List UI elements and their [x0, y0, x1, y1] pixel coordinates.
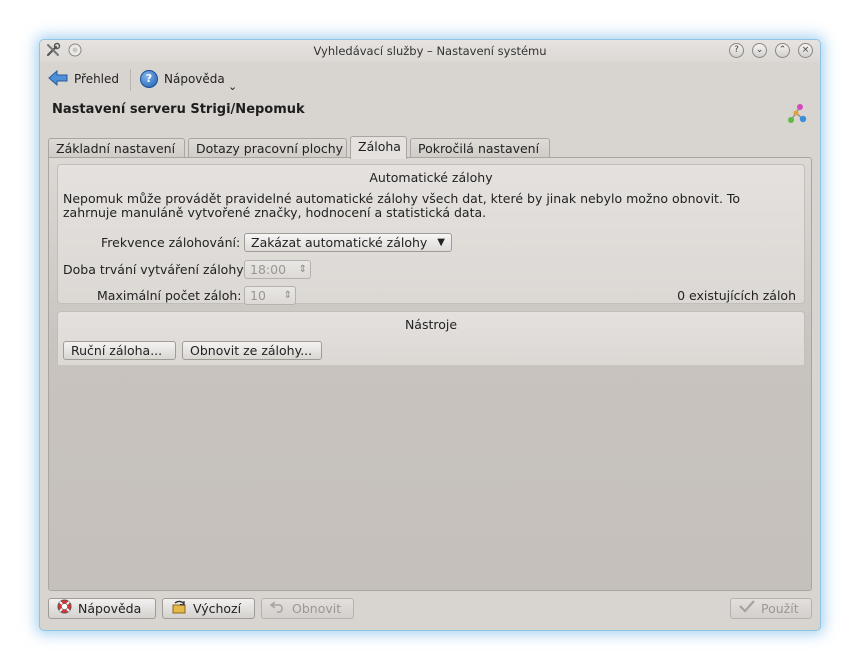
- window-title: Vyhledávací služby – Nastavení systému: [313, 44, 547, 58]
- auto-backup-title: Automatické zálohy: [369, 170, 493, 185]
- backup-time-value: 18:00: [250, 262, 287, 277]
- spin-arrows-icon: ⇕: [298, 264, 307, 275]
- frequency-select[interactable]: Zakázat automatické zálohy ▼: [244, 233, 452, 252]
- spin-arrows-icon: ⇕: [283, 290, 292, 301]
- title-bar[interactable]: Vyhledávací služby – Nastavení systému ?…: [40, 40, 820, 62]
- defaults-icon: [171, 599, 187, 619]
- context-help-button[interactable]: ?: [729, 43, 744, 58]
- backup-time-spinbox[interactable]: 18:00 ⇕: [244, 260, 311, 279]
- tab-basic-settings[interactable]: Základní nastavení: [48, 138, 185, 158]
- close-button[interactable]: ×: [798, 43, 813, 58]
- help-lifebuoy-icon: [57, 598, 72, 619]
- frequency-value: Zakázat automatické zálohy: [251, 235, 428, 250]
- backup-tab-panel: Automatické zálohy Nepomuk může provádět…: [48, 157, 812, 591]
- manual-backup-button[interactable]: Ruční záloha...: [63, 341, 176, 360]
- defaults-label: Výchozí: [193, 601, 242, 616]
- bottom-help-button[interactable]: Nápověda: [48, 598, 156, 619]
- overview-button[interactable]: Přehled: [48, 67, 119, 91]
- help-dropdown-arrow[interactable]: ⌄: [228, 74, 237, 98]
- apply-label: Použít: [761, 601, 799, 616]
- reset-label: Obnovit: [292, 601, 342, 616]
- page-title: Nastavení serveru Strigi/Nepomuk: [52, 102, 305, 117]
- maximize-button[interactable]: ⌃: [775, 43, 790, 58]
- restore-from-backup-button[interactable]: Obnovit ze zálohy...: [182, 341, 322, 360]
- minimize-button[interactable]: ⌄: [752, 43, 767, 58]
- tab-advanced-settings[interactable]: Pokročilá nastavení: [410, 138, 550, 158]
- tab-desktop-queries[interactable]: Dotazy pracovní plochy: [188, 138, 347, 158]
- apply-button[interactable]: Použít: [730, 598, 812, 619]
- max-backups-label: Maximální počet záloh:: [97, 288, 242, 303]
- nepomuk-icon: [784, 102, 808, 126]
- chevron-down-icon: ▼: [437, 237, 445, 248]
- settings-window: Vyhledávací služby – Nastavení systému ?…: [40, 40, 820, 630]
- tools-title: Nástroje: [404, 317, 458, 332]
- defaults-button[interactable]: Výchozí: [162, 598, 255, 619]
- help-menu-button[interactable]: ? Nápověda: [140, 67, 225, 91]
- bottom-help-label: Nápověda: [78, 601, 142, 616]
- max-backups-spinbox[interactable]: 10 ⇕: [244, 286, 296, 305]
- back-arrow-icon: [48, 69, 68, 89]
- toolbar-separator: [130, 69, 131, 91]
- reset-button[interactable]: Obnovit: [261, 598, 354, 619]
- toolbar: Přehled ? Nápověda ⌄: [40, 64, 820, 94]
- help-label: Nápověda: [164, 72, 225, 86]
- tools-group: Nástroje Ruční záloha... Obnovit ze zálo…: [57, 311, 805, 365]
- overview-label: Přehled: [74, 72, 120, 86]
- backup-time-label: Doba trvání vytváření zálohy:: [63, 262, 247, 277]
- help-icon: ?: [140, 70, 158, 88]
- undo-icon: [269, 599, 286, 618]
- auto-backup-group: Automatické zálohy Nepomuk může provádět…: [57, 164, 805, 305]
- max-backups-value: 10: [250, 288, 266, 303]
- existing-backups-count: 0 existujících záloh: [677, 288, 796, 303]
- frequency-label: Frekvence zálohování:: [101, 235, 241, 250]
- tab-backup[interactable]: Záloha: [350, 136, 407, 159]
- auto-backup-description: Nepomuk může provádět pravidelné automat…: [63, 191, 741, 220]
- checkmark-icon: [739, 599, 755, 618]
